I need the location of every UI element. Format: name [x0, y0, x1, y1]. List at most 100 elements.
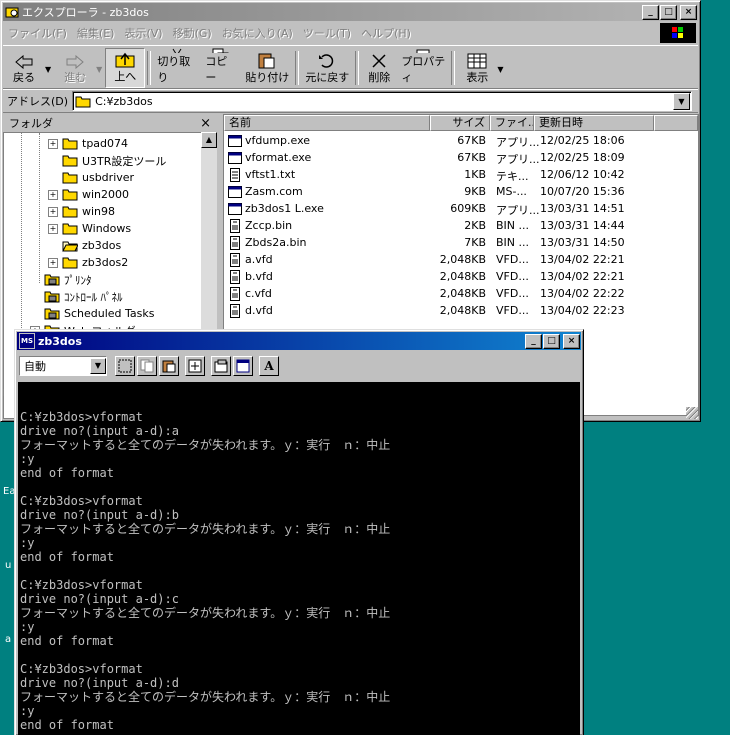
explorer-icon — [5, 5, 19, 19]
tree-node-label: ｺﾝﾄﾛｰﾙ ﾊﾟﾈﾙ — [64, 290, 123, 304]
tree-node[interactable]: U3TR設定ツール — [48, 152, 166, 169]
tree-connector — [39, 133, 40, 283]
up-button[interactable]: 上へ — [105, 48, 146, 88]
folder-icon — [62, 171, 78, 184]
tree-node[interactable]: ｺﾝﾄﾛｰﾙ ﾊﾟﾈﾙ — [30, 288, 123, 305]
address-dropdown-icon[interactable]: ▼ — [673, 92, 690, 110]
file-type: アプリ... — [496, 136, 540, 149]
expand-icon[interactable]: + — [48, 223, 58, 234]
file-row[interactable]: Zbds2a.bin 7KB BIN ... 13/03/31 14:50 — [224, 234, 698, 251]
maximize-button[interactable]: □ — [543, 333, 560, 349]
menu-favorites[interactable]: お気に入り(A) — [217, 25, 298, 41]
expand-icon[interactable]: + — [48, 206, 58, 217]
column-type[interactable]: ファイ... — [490, 115, 534, 131]
properties-button[interactable]: プロパティ — [397, 48, 449, 88]
tree-node-label: zb3dos2 — [82, 256, 129, 269]
tree-node-label: win2000 — [82, 188, 130, 201]
menu-tools[interactable]: ツール(T) — [298, 25, 356, 41]
folder-pane-close-icon[interactable]: × — [200, 116, 211, 131]
paste-button[interactable] — [159, 356, 179, 376]
cut-button[interactable]: 切り取り — [153, 48, 201, 88]
address-input[interactable]: C:¥zb3dos ▼ — [72, 91, 692, 111]
font-size-select[interactable]: 自動 ▼ — [19, 356, 107, 376]
file-row[interactable]: vftst1.txt 1KB テキ... 12/06/12 10:42 — [224, 166, 698, 183]
expand-icon[interactable]: + — [48, 257, 58, 268]
copy-button[interactable]: コピー — [201, 48, 241, 88]
menu-bar: ファイル(F) 編集(E) 表示(V) 移動(G) お気に入り(A) ツール(T… — [3, 23, 698, 43]
file-name: b.vfd — [245, 270, 273, 283]
view-grid-icon — [467, 53, 487, 69]
resize-grip-icon[interactable] — [686, 407, 698, 419]
properties-button[interactable] — [211, 356, 231, 376]
file-row[interactable]: vformat.exe 67KB アプリ... 12/02/25 18:09 — [224, 149, 698, 166]
minimize-button[interactable]: _ — [525, 333, 542, 349]
file-name: Zccp.bin — [245, 219, 293, 232]
column-modified[interactable]: 更新日時 — [534, 115, 654, 131]
console-line: C:¥zb3dos>vformat — [20, 578, 143, 592]
file-type: BIN ... — [496, 236, 530, 249]
minimize-button[interactable]: _ — [642, 4, 659, 20]
menu-file[interactable]: ファイル(F) — [3, 25, 72, 41]
explorer-titlebar[interactable]: エクスプローラ - zb3dos _ □ × — [3, 3, 698, 21]
tree-node[interactable]: + win98 — [48, 203, 115, 220]
close-button[interactable]: × — [563, 333, 580, 349]
delete-button[interactable]: 削除 — [361, 48, 397, 88]
font-button[interactable]: A — [259, 356, 279, 376]
tree-node-label: win98 — [82, 205, 116, 218]
file-size: 2,048KB — [439, 253, 486, 266]
tree-node[interactable]: Scheduled Tasks — [30, 305, 155, 322]
background-button[interactable] — [233, 356, 253, 376]
file-row[interactable]: a.vfd 2,048KB VFD... 13/04/02 22:21 — [224, 251, 698, 268]
expand-icon[interactable]: + — [48, 138, 58, 149]
undo-button[interactable]: 元に戻す — [301, 48, 353, 88]
tree-node-label: Scheduled Tasks — [64, 307, 155, 320]
folder-icon — [62, 137, 78, 150]
forward-dropdown-icon[interactable]: ▼ — [96, 65, 102, 74]
file-row[interactable]: vfdump.exe 67KB アプリ... 12/02/25 18:06 — [224, 132, 698, 149]
file-row[interactable]: b.vfd 2,048KB VFD... 13/04/02 22:21 — [224, 268, 698, 285]
file-name: vformat.exe — [245, 151, 312, 164]
view-button[interactable]: 表示 — [457, 48, 497, 88]
file-row[interactable]: Zasm.com 9KB MS-... 10/07/20 15:36 — [224, 183, 698, 200]
folder-tree-scrollbar[interactable]: ▲ — [201, 132, 217, 332]
tree-node[interactable]: + Windows — [48, 220, 131, 237]
mark-button[interactable] — [115, 356, 135, 376]
file-modified: 13/03/31 14:50 — [540, 236, 625, 249]
forward-button[interactable]: 進む — [54, 48, 96, 88]
close-button[interactable]: × — [680, 4, 697, 20]
file-row[interactable]: Zccp.bin 2KB BIN ... 13/03/31 14:44 — [224, 217, 698, 234]
application-icon — [228, 151, 242, 165]
menu-edit[interactable]: 編集(E) — [72, 25, 120, 41]
tree-node[interactable]: + tpad074 — [48, 135, 128, 152]
maximize-button[interactable]: □ — [660, 4, 677, 20]
console-titlebar[interactable]: MS zb3dos _ □ × — [17, 332, 581, 350]
menu-go[interactable]: 移動(G) — [168, 25, 217, 41]
file-row[interactable]: d.vfd 2,048KB VFD... 13/04/02 22:23 — [224, 302, 698, 319]
console-output[interactable]: C:¥zb3dos>vformat drive no?(input a-d):a フ… — [18, 382, 580, 735]
back-dropdown-icon[interactable]: ▼ — [45, 65, 51, 74]
file-type: VFD... — [496, 287, 529, 300]
file-size: 609KB — [450, 202, 486, 215]
menu-help[interactable]: ヘルプ(H) — [356, 25, 416, 41]
folder-icon — [62, 256, 78, 269]
scroll-up-icon[interactable]: ▲ — [201, 132, 217, 148]
column-size[interactable]: サイズ — [430, 115, 490, 131]
column-name[interactable]: 名前 — [224, 115, 430, 131]
tree-node[interactable]: usbdriver — [48, 169, 134, 186]
view-dropdown-icon[interactable]: ▼ — [497, 65, 503, 74]
back-button[interactable]: 戻る — [3, 48, 45, 88]
fullscreen-button[interactable] — [185, 356, 205, 376]
tree-node[interactable]: + win2000 — [48, 186, 129, 203]
copy-button[interactable] — [137, 356, 157, 376]
file-row[interactable]: c.vfd 2,048KB VFD... 13/04/02 22:22 — [224, 285, 698, 302]
expand-icon[interactable]: + — [48, 189, 58, 200]
paste-button[interactable]: 貼り付け — [241, 48, 293, 88]
folder-icon — [62, 239, 79, 252]
tree-node[interactable]: + zb3dos2 — [48, 254, 128, 271]
fullscreen-icon — [188, 359, 202, 373]
mark-icon — [118, 359, 132, 373]
file-row[interactable]: zb3dos1 L.exe 609KB アプリ... 13/03/31 14:51 — [224, 200, 698, 217]
console-line: end of format — [20, 718, 114, 732]
tree-node[interactable]: zb3dos — [48, 237, 121, 254]
menu-view[interactable]: 表示(V) — [119, 25, 167, 41]
